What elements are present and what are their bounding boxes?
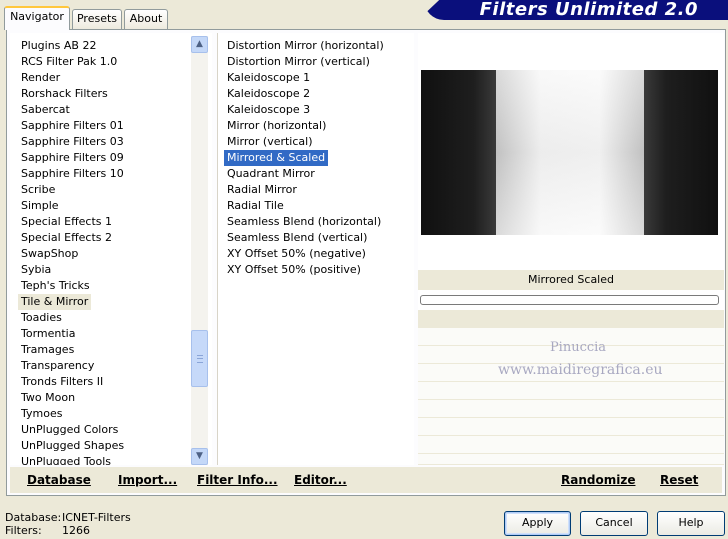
category-item[interactable]: UnPlugged Shapes — [18, 438, 127, 454]
tab-about[interactable]: About — [124, 9, 168, 29]
category-item[interactable]: Sapphire Filters 03 — [18, 134, 127, 150]
category-item[interactable]: Sapphire Filters 10 — [18, 166, 127, 182]
parameter-slot — [418, 436, 724, 454]
progress-bar — [420, 295, 719, 305]
category-item[interactable]: RCS Filter Pak 1.0 — [18, 54, 120, 70]
category-item[interactable]: Tramages — [18, 342, 77, 358]
filter-info-link[interactable]: Filter Info... — [197, 473, 278, 487]
filter-item[interactable]: Kaleidoscope 2 — [224, 86, 313, 102]
preview-image — [421, 70, 718, 235]
randomize-link[interactable]: Randomize — [561, 473, 635, 487]
filter-item[interactable]: XY Offset 50% (positive) — [224, 262, 364, 278]
category-item[interactable]: Plugins AB 22 — [18, 38, 99, 54]
chevron-down-icon[interactable]: ▼ — [191, 448, 208, 465]
panel-link-row: Database Import... Filter Info... Editor… — [10, 467, 722, 493]
watermark-line1: Pinuccia — [549, 340, 607, 355]
filters-count: 1266 — [62, 524, 90, 537]
parameter-slot — [418, 454, 724, 465]
category-scrollbar[interactable]: ▲ ▼ — [191, 36, 208, 465]
filter-item[interactable]: Mirrored & Scaled — [224, 150, 329, 166]
reset-link[interactable]: Reset — [660, 473, 698, 487]
grip-icon — [197, 355, 203, 363]
filter-list[interactable]: Distortion Mirror (horizontal) Distortion… — [217, 33, 414, 465]
scrollbar-thumb[interactable] — [191, 330, 208, 387]
preview-left-band — [421, 70, 496, 235]
filters-label: Filters: — [5, 524, 42, 537]
preview-center-shade — [496, 70, 644, 235]
parameter-slot — [418, 382, 724, 400]
category-item[interactable]: UnPlugged Colors — [18, 422, 121, 438]
category-item[interactable]: Special Effects 1 — [18, 214, 115, 230]
category-item[interactable]: Sapphire Filters 09 — [18, 150, 127, 166]
tab-presets[interactable]: Presets — [72, 9, 122, 29]
filter-item[interactable]: Radial Tile — [224, 198, 287, 214]
category-item[interactable]: Transparency — [18, 358, 97, 374]
category-item[interactable]: Simple — [18, 198, 62, 214]
preview-caption-strip: Mirrored Scaled — [418, 270, 724, 290]
filter-item[interactable]: Mirror (vertical) — [224, 134, 316, 150]
cancel-button[interactable]: Cancel — [580, 511, 648, 536]
app-title: Filters Unlimited 2.0 — [479, 0, 698, 20]
filter-item[interactable]: Seamless Blend (horizontal) — [224, 214, 384, 230]
preview-caption: Mirrored Scaled — [528, 273, 614, 286]
watermark: Pinuccia www.maidiregrafica.eu — [498, 339, 663, 379]
category-item[interactable]: Tronds Filters II — [18, 374, 106, 390]
help-button[interactable]: Help — [657, 511, 725, 536]
category-item[interactable]: Scribe — [18, 182, 58, 198]
filter-item[interactable]: Seamless Blend (vertical) — [224, 230, 370, 246]
filter-item[interactable]: Distortion Mirror (horizontal) — [224, 38, 387, 54]
filter-item[interactable]: Quadrant Mirror — [224, 166, 318, 182]
filter-item[interactable]: Radial Mirror — [224, 182, 300, 198]
import-link[interactable]: Import... — [118, 473, 177, 487]
category-item[interactable]: Tormentia — [18, 326, 78, 342]
preview-right-band — [644, 70, 718, 235]
watermark-line2: www.maidiregrafica.eu — [498, 362, 663, 378]
category-item[interactable]: Tymoes — [18, 406, 65, 422]
parameter-slot — [418, 418, 724, 436]
category-item[interactable]: Special Effects 2 — [18, 230, 115, 246]
navigator-panel: Plugins AB 22 RCS Filter Pak 1.0 Render Ror… — [6, 29, 726, 496]
category-item[interactable]: Rorshack Filters — [18, 86, 111, 102]
filter-item[interactable]: Kaleidoscope 3 — [224, 102, 313, 118]
category-item[interactable]: UnPlugged Tools — [18, 454, 114, 465]
database-link[interactable]: Database — [27, 473, 91, 487]
category-item[interactable]: Teph's Tricks — [18, 278, 93, 294]
category-item[interactable]: Render — [18, 70, 63, 86]
category-item[interactable]: Toadies — [18, 310, 65, 326]
category-item[interactable]: Sybia — [18, 262, 54, 278]
tab-bar: Presets About Navigator — [2, 0, 422, 30]
preview-area: Mirrored Scaled Pinuccia www.maidiregraf… — [418, 33, 724, 465]
apply-button[interactable]: Apply — [504, 511, 571, 536]
filter-item[interactable]: XY Offset 50% (negative) — [224, 246, 369, 262]
category-list[interactable]: Plugins AB 22 RCS Filter Pak 1.0 Render Ror… — [10, 33, 212, 465]
filter-item[interactable]: Mirror (horizontal) — [224, 118, 329, 134]
filter-item[interactable]: Distortion Mirror (vertical) — [224, 54, 373, 70]
parameter-slot — [418, 310, 724, 328]
category-item[interactable]: Two Moon — [18, 390, 78, 406]
preview-center-band — [496, 70, 644, 235]
category-item[interactable]: Tile & Mirror — [18, 294, 92, 310]
tab-navigator[interactable]: Navigator — [4, 6, 70, 30]
filter-item[interactable]: Kaleidoscope 1 — [224, 70, 313, 86]
database-value: ICNET-Filters — [62, 511, 131, 524]
database-label: Database: — [5, 511, 62, 524]
category-item[interactable]: Sabercat — [18, 102, 73, 118]
category-item[interactable]: Sapphire Filters 01 — [18, 118, 127, 134]
category-item[interactable]: SwapShop — [18, 246, 81, 262]
editor-link[interactable]: Editor... — [294, 473, 347, 487]
chevron-up-icon[interactable]: ▲ — [191, 36, 208, 53]
parameter-slot — [418, 400, 724, 418]
